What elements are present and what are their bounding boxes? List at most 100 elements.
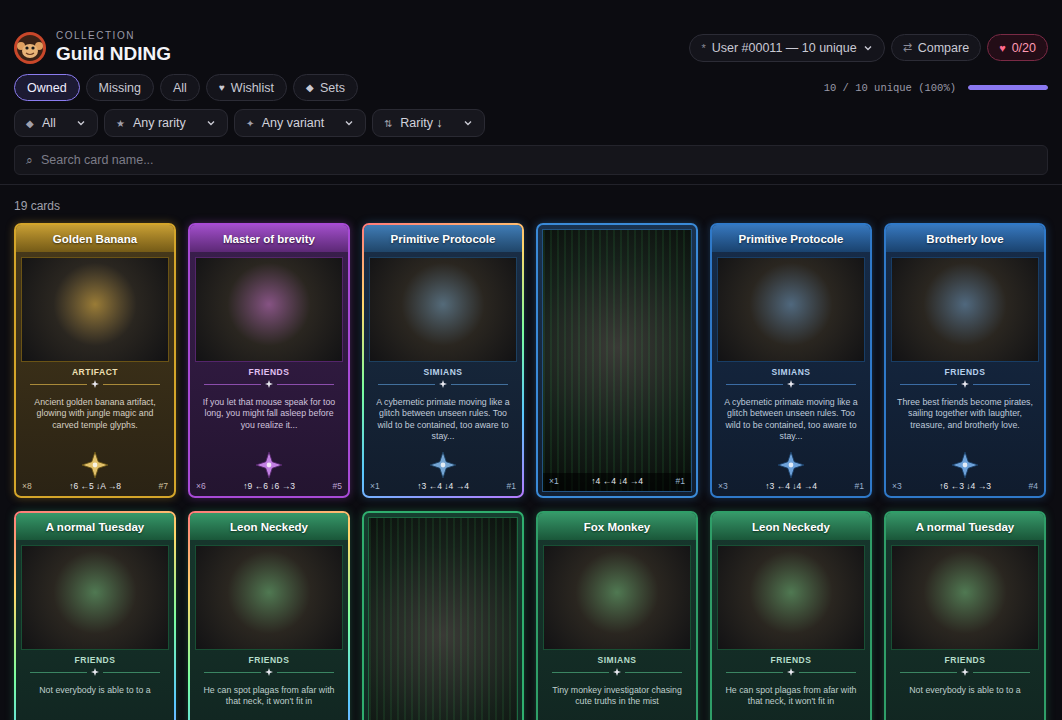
card-title: Golden Banana	[16, 225, 174, 252]
user-select[interactable]: *User #00011 — 10 unique	[689, 34, 884, 62]
search-field[interactable]: ⌕Search card name...	[14, 145, 1048, 175]
card-title: Primitive Protocole	[712, 225, 870, 252]
eyebrow-label: COLLECTION	[56, 30, 171, 41]
card-category: FRIENDS	[16, 655, 174, 665]
card-category: FRIENDS	[886, 655, 1044, 665]
card-art	[369, 257, 517, 362]
chevron-down-icon	[863, 43, 873, 53]
chevron-down-icon	[344, 118, 354, 128]
collection-card[interactable]: Fox MonkeySIMIANSTiny monkey investigato…	[536, 511, 698, 720]
card-footer: ×6↑9 ←6 ↓6 →3#5	[190, 478, 348, 496]
collection-card[interactable]: A normal Tuesday FRIENDS Not everybody is …	[14, 511, 176, 720]
sparkle-icon	[265, 380, 273, 388]
sparkle-icon	[787, 668, 795, 676]
collection-card[interactable]: Primitive ProtocoleSIMIANSA cybernetic p…	[362, 223, 524, 498]
collection-card[interactable]: ×1↑4 ←4 ↓4 →4#1	[536, 223, 698, 498]
card-grid: Golden Banana ARTIFACT Ancient golden bana…	[0, 223, 1062, 720]
card-category: FRIENDS	[190, 367, 348, 377]
divider	[0, 184, 1062, 185]
card-category: SIMIANS	[538, 655, 696, 665]
card-description: Ancient golden banana artifact, glowing …	[16, 388, 174, 450]
card-category: ARTIFACT	[16, 367, 174, 377]
wishlist-counter[interactable]: ♥0/20	[987, 34, 1048, 61]
card-description: Not everybody is able to to a	[886, 676, 1044, 720]
filter-dropdown[interactable]: ◆All	[14, 109, 98, 137]
card-art	[195, 257, 343, 362]
progress-track	[968, 85, 1048, 90]
card-title: A normal Tuesday	[16, 513, 174, 540]
collection-card[interactable]: Master of brevityFRIENDSIf you let that …	[188, 223, 350, 498]
filter-row: ◆All★Any rarity✦Any variant⇅Rarity ↓	[14, 109, 1048, 137]
filter-dropdown[interactable]: ⇅Rarity ↓	[372, 109, 484, 137]
card-footer: ×3↑3 ←4 ↓4 →4#1	[712, 478, 870, 496]
collection-page: COLLECTION Guild NDING *User #00011 — 10 u…	[0, 0, 1062, 720]
view-tab[interactable]: ◆Sets	[293, 74, 358, 101]
sparkle-icon	[91, 668, 99, 676]
card-art	[21, 545, 169, 650]
filter-dropdown[interactable]: ✦Any variant	[234, 109, 367, 137]
card-title: Primitive Protocole	[364, 225, 522, 252]
card-description: Tiny monkey investigator chasing cute tr…	[538, 676, 696, 720]
rarity-star-icon	[952, 452, 978, 478]
collection-card[interactable]: Brotherly love FRIENDS Three best friends …	[884, 223, 1046, 498]
collection-card[interactable]	[362, 511, 524, 720]
card-title: Leon Neckedy	[712, 513, 870, 540]
view-tab[interactable]: Owned	[14, 74, 80, 101]
card-category: FRIENDS	[886, 367, 1044, 377]
collection-card[interactable]: Golden Banana ARTIFACT Ancient golden bana…	[14, 223, 176, 498]
card-title: Master of brevity	[190, 225, 348, 252]
view-tab[interactable]: Missing	[86, 74, 154, 101]
collection-card[interactable]: Leon Neckedy FRIENDS He can spot plagas fr…	[710, 511, 872, 720]
card-footer: ×1↑4 ←4 ↓4 →4#1	[543, 473, 691, 491]
card-art	[891, 545, 1039, 650]
collection-progress: 10 / 10 unique (100%)	[824, 82, 1048, 94]
card-footer: ×8↑6 ←5 ↓A →8#7	[16, 478, 174, 496]
sparkle-icon	[961, 380, 969, 388]
card-art	[717, 257, 865, 362]
collection-card[interactable]: Leon Neckedy FRIENDS He can spot plagas fr…	[188, 511, 350, 720]
sparkle-icon	[961, 668, 969, 676]
card-title: Leon Neckedy	[190, 513, 348, 540]
card-art	[891, 257, 1039, 362]
card-art	[195, 545, 343, 650]
card-description: Not everybody is able to to a	[16, 676, 174, 720]
sparkle-icon	[265, 668, 273, 676]
card-description: A cybernetic primate moving like a glitc…	[364, 388, 522, 450]
card-art	[717, 545, 865, 650]
view-tab[interactable]: ♥Wishlist	[206, 74, 287, 101]
collection-card[interactable]: A normal Tuesday FRIENDS Not everybody is …	[884, 511, 1046, 720]
card-category: FRIENDS	[712, 655, 870, 665]
page-title: Guild NDING	[56, 43, 171, 65]
card-art	[21, 257, 169, 362]
card-category: FRIENDS	[190, 655, 348, 665]
rarity-star-icon	[82, 452, 108, 478]
card-full-art	[368, 517, 518, 720]
rarity-star-icon	[430, 452, 456, 478]
chevron-down-icon	[76, 118, 86, 128]
view-tab[interactable]: All	[160, 74, 200, 101]
compare-button[interactable]: ⇄Compare	[891, 34, 981, 61]
card-title: Brotherly love	[886, 225, 1044, 252]
card-description: He can spot plagas from afar with that n…	[190, 676, 348, 720]
sparkle-icon	[787, 380, 795, 388]
chevron-down-icon	[463, 118, 473, 128]
view-tabs: OwnedMissingAll♥Wishlist◆Sets	[14, 74, 358, 101]
card-description: He can spot plagas from afar with that n…	[712, 676, 870, 720]
progress-label: 10 / 10 unique (100%)	[824, 82, 956, 94]
collection-card[interactable]: Primitive ProtocoleSIMIANSA cybernetic p…	[710, 223, 872, 498]
monkey-avatar-icon	[14, 32, 46, 64]
progress-fill	[968, 85, 1048, 90]
rarity-star-icon	[778, 452, 804, 478]
card-art	[543, 545, 691, 650]
sparkle-icon	[439, 380, 447, 388]
brand: COLLECTION Guild NDING	[14, 30, 171, 65]
sparkle-icon	[91, 380, 99, 388]
card-description: Three best friends become pirates, saili…	[886, 388, 1044, 450]
card-count: 19 cards	[0, 199, 1062, 213]
filter-dropdown[interactable]: ★Any rarity	[104, 109, 228, 137]
sparkle-icon	[613, 668, 621, 676]
card-footer: ×3↑6 ←3 ↓4 →3#4	[886, 478, 1044, 496]
card-full-art: ×1↑4 ←4 ↓4 →4#1	[542, 229, 692, 492]
card-title: A normal Tuesday	[886, 513, 1044, 540]
card-footer: ×1↑3 ←4 ↓4 →4#1	[364, 478, 522, 496]
